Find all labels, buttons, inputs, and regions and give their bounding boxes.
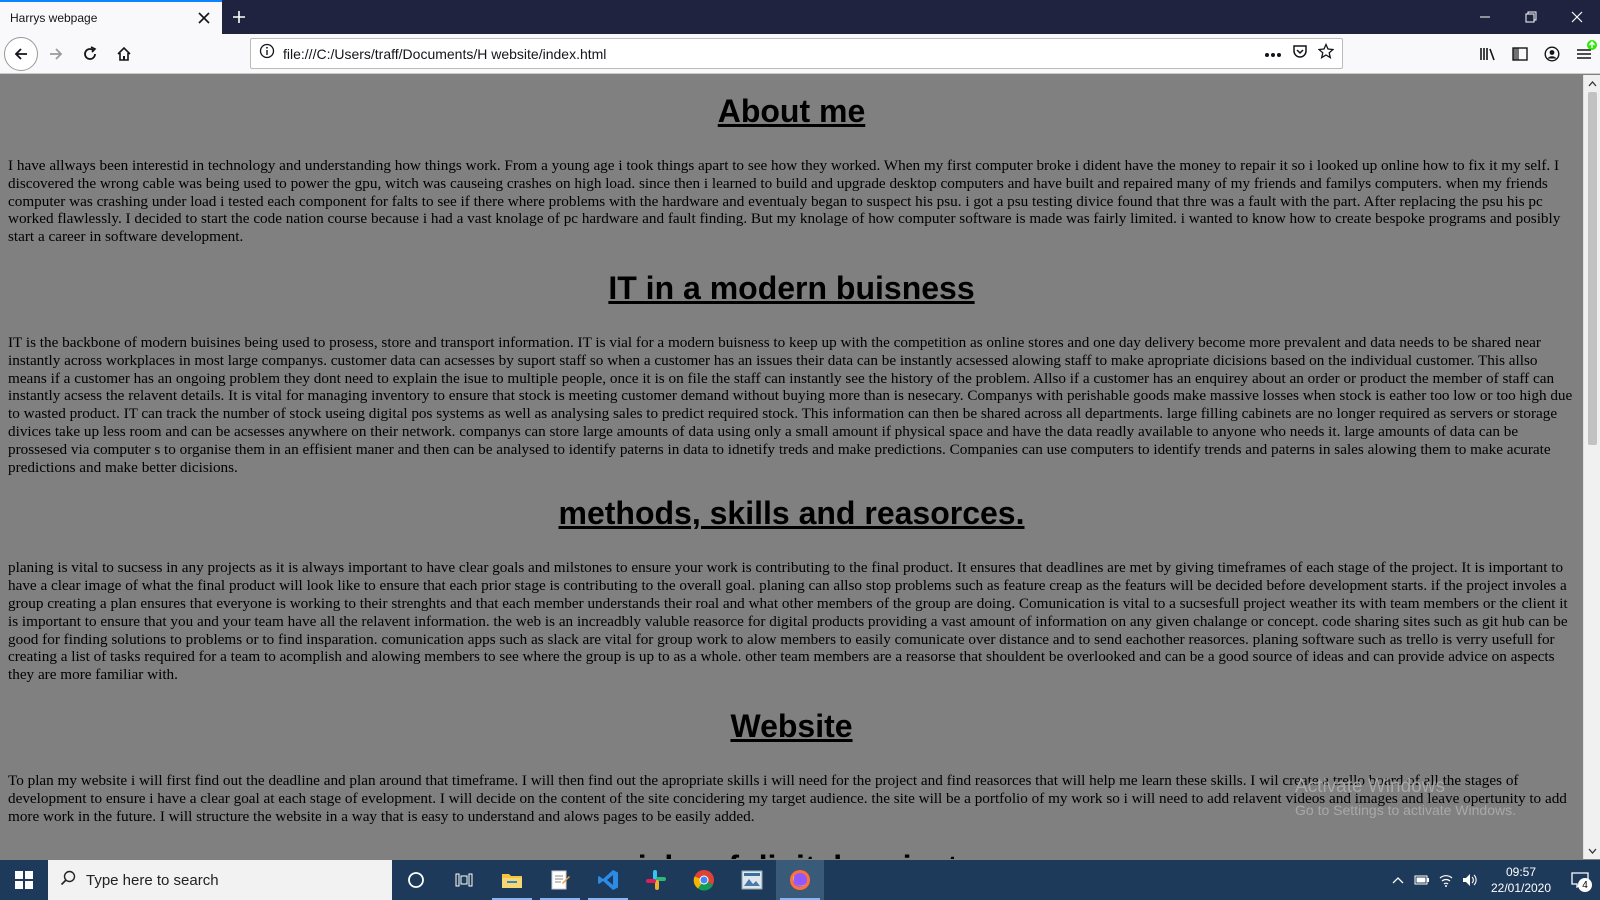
wifi-icon[interactable] <box>1434 860 1458 900</box>
notepad-icon[interactable] <box>536 860 584 900</box>
firefox-icon[interactable] <box>776 860 824 900</box>
scrollbar-thumb[interactable] <box>1588 92 1597 445</box>
show-hidden-icons-icon[interactable] <box>1386 860 1410 900</box>
volume-icon[interactable] <box>1458 860 1482 900</box>
search-placeholder: Type here to search <box>86 871 219 889</box>
action-center-icon[interactable]: 4 <box>1560 860 1600 900</box>
system-clock[interactable]: 09:57 22/01/2020 <box>1482 864 1560 896</box>
scroll-down-icon[interactable] <box>1584 842 1600 859</box>
heading-risks: risks of digital project <box>8 849 1575 859</box>
url-bar[interactable]: file:///C:/Users/traff/Documents/H websi… <box>250 38 1343 69</box>
browser-tab[interactable]: Harrys webpage <box>0 0 222 34</box>
navigation-toolbar: file:///C:/Users/traff/Documents/H websi… <box>0 34 1600 74</box>
watermark-subtitle: Go to Settings to activate Windows. <box>1295 802 1516 818</box>
minimize-icon[interactable] <box>1462 0 1508 34</box>
tab-title: Harrys webpage <box>10 11 98 25</box>
scroll-up-icon[interactable] <box>1584 75 1600 92</box>
watermark-title: Activate Windows <box>1295 776 1445 797</box>
file-explorer-icon[interactable] <box>488 860 536 900</box>
page-actions-icon[interactable] <box>1264 45 1282 63</box>
forward-button[interactable] <box>40 38 72 70</box>
home-button[interactable] <box>108 38 140 70</box>
image-viewer-icon[interactable] <box>728 860 776 900</box>
update-badge-icon <box>1587 40 1597 50</box>
vscode-icon[interactable] <box>584 860 632 900</box>
paragraph-about-me: I have allways been interestid in techno… <box>8 157 1561 246</box>
info-icon[interactable] <box>259 43 275 64</box>
account-icon[interactable] <box>1536 38 1568 70</box>
windows-logo-icon <box>15 871 33 889</box>
task-view-icon[interactable] <box>440 860 488 900</box>
reload-button[interactable] <box>74 38 106 70</box>
search-icon <box>60 870 76 891</box>
tab-bar: Harrys webpage <box>0 0 1600 34</box>
heading-methods-skills: methods, skills and reasorces. <box>558 495 1025 532</box>
windows-taskbar: Type here to search 09:57 22/01/2020 4 <box>0 860 1600 900</box>
chrome-icon[interactable] <box>680 860 728 900</box>
restore-icon[interactable] <box>1508 0 1554 34</box>
pocket-icon[interactable] <box>1292 43 1308 64</box>
window-controls <box>1462 0 1600 34</box>
sidebar-icon[interactable] <box>1504 38 1536 70</box>
battery-icon[interactable] <box>1410 860 1434 900</box>
slack-icon[interactable] <box>632 860 680 900</box>
vertical-scrollbar[interactable] <box>1583 75 1600 859</box>
url-text[interactable]: file:///C:/Users/traff/Documents/H websi… <box>283 46 1264 62</box>
system-tray: 09:57 22/01/2020 4 <box>1386 860 1600 900</box>
notification-count: 4 <box>1578 878 1592 892</box>
close-tab-icon[interactable] <box>196 10 212 26</box>
paragraph-it-modern-business: IT is the backbone of modern buisines be… <box>8 333 1573 476</box>
heading-website: Website <box>730 707 853 744</box>
heading-about-me: About me <box>717 93 866 129</box>
clock-time: 09:57 <box>1505 865 1537 879</box>
taskbar-search[interactable]: Type here to search <box>48 860 392 900</box>
start-button[interactable] <box>0 860 48 900</box>
cortana-icon[interactable] <box>392 860 440 900</box>
new-tab-button[interactable] <box>222 0 256 34</box>
activation-watermark: Activate Windows Go to Settings to activ… <box>1295 776 1516 818</box>
back-button[interactable] <box>4 36 38 71</box>
paragraph-methods-skills: planing is vital to sucsess in any proje… <box>8 559 1568 684</box>
heading-it-modern-business: IT in a modern buisness <box>608 269 975 306</box>
menu-icon[interactable] <box>1568 38 1600 70</box>
clock-date: 22/01/2020 <box>1490 881 1552 895</box>
toolbar-tools <box>1472 38 1600 70</box>
page-content: About me I have allways been interestid … <box>0 75 1583 859</box>
library-icon[interactable] <box>1472 38 1504 70</box>
bookmark-star-icon[interactable] <box>1317 42 1335 64</box>
close-window-icon[interactable] <box>1554 0 1600 34</box>
